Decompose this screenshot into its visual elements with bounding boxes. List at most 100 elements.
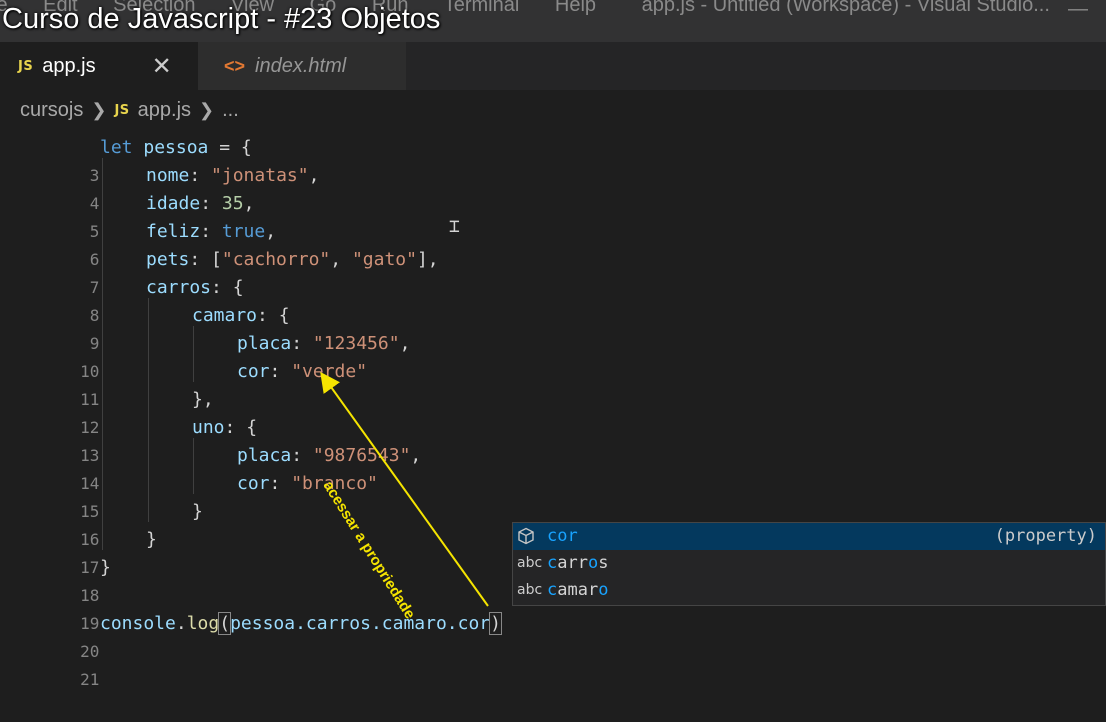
code-line: 21 — [0, 638, 99, 689]
string-value: "cachorro" — [221, 249, 331, 270]
suggestion-detail: (property) — [994, 526, 1097, 546]
property-key: cor — [237, 361, 270, 382]
suggestion-item-cor[interactable]: cor (property) — [513, 523, 1105, 550]
cube-icon — [517, 523, 547, 550]
punct: } — [100, 557, 111, 578]
line-number: 21 — [80, 670, 100, 689]
abc-icon: abc — [517, 582, 543, 598]
property-key: placa — [237, 333, 292, 354]
tab-bar: JS app.js ✕ <> index.html — [0, 42, 1106, 90]
punct: : — [200, 221, 222, 242]
code-line: 9 camaro: { — [0, 302, 290, 353]
js-file-icon: JS — [18, 58, 34, 74]
indent-guide — [148, 298, 149, 522]
punct: : — [291, 333, 313, 354]
function-name: log — [186, 613, 220, 634]
suggestion-item-carros[interactable]: abc carros — [513, 550, 1105, 577]
punct: } — [146, 529, 157, 550]
punct: , — [243, 193, 255, 214]
match-highlight: c — [547, 580, 558, 600]
label-text: s — [598, 553, 609, 573]
punct: : — [189, 165, 212, 186]
close-icon[interactable]: ✕ — [152, 52, 172, 81]
chevron-right-icon: ❯ — [91, 99, 107, 120]
code-line: 20 console.log(pessoa.carros.camaro.cor) — [0, 610, 502, 661]
video-title-overlay: Curso de Javascript - #23 Objetos — [2, 3, 441, 35]
identifier: pessoa — [143, 137, 209, 158]
punct: , — [399, 333, 411, 354]
code-line: 15 cor: "branco" — [0, 470, 378, 521]
code-line: 16 } — [0, 498, 203, 549]
boolean-value: true — [221, 221, 266, 242]
abc-icon: abc — [517, 555, 543, 571]
matching-paren: ) — [489, 612, 502, 635]
suggestion-item-camaro[interactable]: abc camaro — [513, 577, 1105, 604]
punct: : { — [211, 277, 244, 298]
code-line: 11 cor: "verde" — [0, 358, 367, 409]
code-line: 17 } — [0, 526, 157, 577]
breadcrumb: cursojs ❯ JS app.js ❯ ... — [0, 90, 1106, 130]
code-line: 6 feliz: true, — [0, 218, 276, 269]
code-line: 14 placa: "9876543", — [0, 442, 421, 493]
chevron-right-icon: ❯ — [199, 99, 215, 120]
punct: , — [265, 221, 277, 242]
html-file-icon: <> — [224, 55, 246, 76]
punct: } — [192, 501, 203, 522]
breadcrumb-file[interactable]: app.js — [138, 99, 191, 122]
punct: : { — [224, 417, 258, 438]
suggestion-label: carros — [547, 550, 608, 577]
property-path: pessoa.carros.camaro.cor — [230, 613, 491, 634]
code-line: 8 carros: { — [0, 274, 244, 325]
code-line: 3 let pessoa = { — [0, 134, 252, 185]
menu-help[interactable]: Help — [555, 0, 596, 16]
match-highlight: c — [547, 553, 558, 573]
indent-guide — [193, 438, 194, 494]
code-line: 12 }, — [0, 386, 214, 437]
autocomplete-suggestions[interactable]: cor (property) abc carros abc camaro — [512, 522, 1106, 606]
match-highlight: cor — [547, 526, 578, 546]
code-line: 4 nome: "jonatas", — [0, 162, 320, 213]
punct: , — [308, 165, 320, 186]
punct: = { — [208, 137, 252, 158]
code-line: 10 placa: "123456", — [0, 330, 410, 381]
identifier: console — [100, 613, 176, 634]
punct: : — [291, 445, 313, 466]
punct: , — [330, 249, 352, 270]
tab-index-html[interactable]: <> index.html — [198, 42, 406, 90]
menu-terminal[interactable]: Terminal — [444, 0, 520, 16]
property-key: placa — [237, 445, 292, 466]
string-value: "9876543" — [312, 445, 411, 466]
code-line: 13 uno: { — [0, 414, 257, 465]
tab-label: index.html — [255, 54, 347, 77]
property-key: cor — [237, 473, 270, 494]
label-text: arr — [557, 553, 588, 573]
matching-paren: ( — [218, 612, 232, 635]
suggestion-label: camaro — [547, 577, 608, 604]
text-cursor-icon: ⌶ — [449, 216, 460, 237]
minimize-button[interactable]: — — [1068, 0, 1088, 21]
string-value: "jonatas" — [211, 165, 309, 186]
punct: : { — [257, 305, 290, 326]
label-text: amar — [557, 580, 599, 600]
code-line: 19 — [0, 582, 99, 633]
punct: , — [410, 445, 422, 466]
js-file-icon: JS — [114, 102, 130, 118]
breadcrumb-folder[interactable]: cursojs — [20, 99, 83, 122]
tab-app-js[interactable]: JS app.js ✕ — [0, 42, 198, 90]
punct: ], — [416, 249, 439, 270]
indent-guide — [193, 326, 194, 382]
indent-guide — [102, 158, 103, 550]
code-line: 5 idade: 35, — [0, 190, 255, 241]
window-title: app.js - Untitled (Workspace) - Visual S… — [641, 0, 1050, 16]
tab-label: app.js — [42, 54, 96, 77]
match-highlight: o — [587, 553, 599, 573]
suggestion-label: cor — [547, 523, 578, 550]
property-key: uno — [192, 417, 225, 438]
punct: }, — [192, 389, 214, 410]
breadcrumb-symbol[interactable]: ... — [222, 99, 239, 122]
match-highlight: o — [598, 580, 609, 600]
punct: : — [200, 193, 222, 214]
property-key: camaro — [192, 305, 258, 326]
punct: : — [269, 473, 292, 494]
punct: . — [175, 613, 187, 634]
